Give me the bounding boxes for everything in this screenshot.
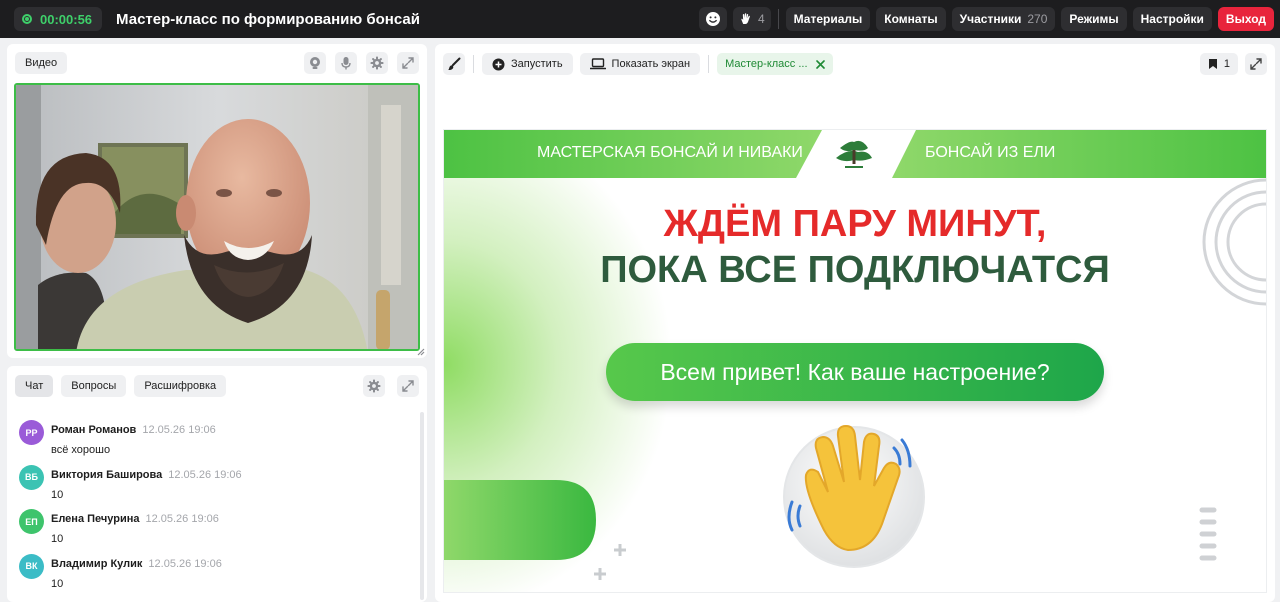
- tab-chat[interactable]: Чат: [15, 375, 54, 397]
- launch-label: Запустить: [511, 58, 563, 70]
- video-label: Видео: [15, 52, 68, 74]
- smiley-icon: [705, 12, 720, 26]
- slide-banner-left: МАСТЕРСКАЯ БОНСАЙ И НИВАКИ: [537, 144, 803, 161]
- slide-headline-2: ПОКА ВСЕ ПОДКЛЮЧАТСЯ: [600, 249, 1110, 291]
- camera-toggle-button[interactable]: [304, 52, 326, 74]
- avatar: РР: [19, 420, 44, 445]
- resize-handle-icon[interactable]: [417, 348, 425, 356]
- chat-message: ВБ Виктория Баширова 12.05.26 19:06 10: [19, 461, 415, 506]
- avatar: ВБ: [19, 464, 44, 490]
- hand-icon: [740, 13, 750, 24]
- chat-panel: Чат Вопросы Расшифровка РР Роман Романов 1…: [7, 366, 427, 602]
- raised-hands-count: 4: [757, 12, 765, 26]
- participants-count: 270: [1027, 12, 1048, 26]
- settings-button[interactable]: Настройки: [1132, 7, 1212, 31]
- laptop-icon: [589, 58, 606, 70]
- message-timestamp: 12.05.26 19:06: [142, 424, 216, 436]
- expand-icon: [1250, 58, 1262, 70]
- presentation-panel: Запустить Показать экран Мастер-класс ..…: [435, 44, 1275, 602]
- chat-expand-button[interactable]: [397, 375, 419, 397]
- modes-button[interactable]: Режимы: [1061, 7, 1127, 31]
- emoji-reaction-button[interactable]: [698, 7, 727, 31]
- message-author: Владимир Кулик: [51, 557, 143, 570]
- exit-button[interactable]: Выход: [1217, 7, 1274, 31]
- tab-transcription[interactable]: Расшифровка: [134, 375, 227, 397]
- message-text: 10: [51, 577, 64, 590]
- launch-button[interactable]: Запустить: [482, 53, 573, 75]
- chat-message: ЕП Елена Печурина 12.05.26 19:06 10: [19, 505, 415, 550]
- camera-icon: [310, 57, 320, 69]
- share-screen-label: Показать экран: [611, 58, 691, 70]
- gear-icon: [370, 56, 384, 70]
- document-tab-label: Мастер-класс ...: [725, 58, 808, 70]
- waving-hand-icon: [783, 424, 925, 568]
- bookmarks-button[interactable]: 1: [1199, 53, 1238, 75]
- message-timestamp: 12.05.26 19:06: [145, 513, 219, 525]
- presentation-toolbar: Запустить Показать экран Мастер-класс ..…: [443, 53, 833, 75]
- participants-label: Участники: [959, 12, 1022, 26]
- chat-message: ВК Владимир Кулик 12.05.26 19:06 10: [19, 550, 415, 595]
- message-timestamp: 12.05.26 19:06: [168, 468, 242, 481]
- video-feed-image: [16, 85, 418, 349]
- avatar: ЕП: [19, 509, 44, 534]
- divider: [473, 55, 474, 73]
- record-icon: [22, 14, 32, 24]
- chat-settings-button[interactable]: [363, 375, 385, 397]
- slide-banner-right: БОНСАЙ ИЗ ЕЛИ: [925, 144, 1056, 161]
- bookmark-count: 1: [1223, 58, 1230, 70]
- presentation-slide: МАСТЕРСКАЯ БОНСАЙ И НИВАКИ БОНСАЙ ИЗ ЕЛИ…: [444, 130, 1266, 592]
- expand-icon: [402, 57, 414, 69]
- recording-timer: 00:00:56: [14, 7, 103, 31]
- materials-button[interactable]: Материалы: [785, 7, 871, 31]
- microphone-icon: [341, 57, 351, 70]
- video-expand-button[interactable]: [397, 52, 419, 74]
- slide-greeting-banner: Всем привет! Как ваше настроение?: [606, 343, 1104, 401]
- divider: [777, 9, 779, 29]
- rooms-button[interactable]: Комнаты: [876, 7, 946, 31]
- raise-hand-button[interactable]: 4: [732, 7, 771, 31]
- expand-icon: [402, 380, 414, 392]
- slide-headline-1: ЖДЁМ ПАРУ МИНУТ,: [663, 203, 1047, 245]
- document-tab[interactable]: Мастер-класс ...: [717, 53, 833, 75]
- message-author: Роман Романов: [51, 424, 137, 436]
- avatar: ВК: [19, 553, 44, 579]
- video-settings-button[interactable]: [366, 52, 388, 74]
- video-panel: Видео: [7, 44, 427, 358]
- message-author: Елена Печурина: [51, 513, 140, 525]
- timer-value: 00:00:56: [40, 11, 93, 27]
- chat-tabs: Чат Вопросы Расшифровка: [15, 375, 227, 397]
- participants-button[interactable]: Участники 270: [951, 7, 1056, 31]
- message-timestamp: 12.05.26 19:06: [148, 557, 222, 570]
- chat-message-list: РР Роман Романов 12.05.26 19:06 всё хорошо В…: [19, 416, 415, 594]
- share-screen-button[interactable]: Показать экран: [579, 53, 701, 75]
- meeting-title: Мастер-класс по формированию бонсай: [116, 10, 420, 28]
- divider: [708, 55, 710, 73]
- draw-tool-button[interactable]: [443, 53, 465, 75]
- top-menu: 4 Материалы Комнаты Участники 270 Режимы…: [698, 7, 1274, 31]
- top-bar: 00:00:56 Мастер-класс по формированию бо…: [0, 0, 1280, 38]
- message-text: всё хорошо: [51, 444, 111, 456]
- plus-circle-icon: [492, 58, 505, 70]
- message-author: Виктория Баширова: [51, 468, 163, 481]
- tab-questions[interactable]: Вопросы: [61, 375, 127, 397]
- message-text: 10: [51, 533, 64, 545]
- gear-icon: [367, 379, 381, 393]
- chat-message: РР Роман Романов 12.05.26 19:06 всё хорошо: [19, 416, 415, 461]
- microphone-toggle-button[interactable]: [335, 52, 357, 74]
- chat-scrollbar[interactable]: [420, 412, 424, 600]
- presentation-expand-button[interactable]: [1245, 53, 1267, 75]
- bookmark-icon: [1208, 59, 1217, 69]
- message-text: 10: [51, 488, 64, 501]
- participant-video[interactable]: [14, 83, 420, 351]
- brush-icon: [448, 57, 461, 71]
- close-icon[interactable]: [815, 59, 825, 69]
